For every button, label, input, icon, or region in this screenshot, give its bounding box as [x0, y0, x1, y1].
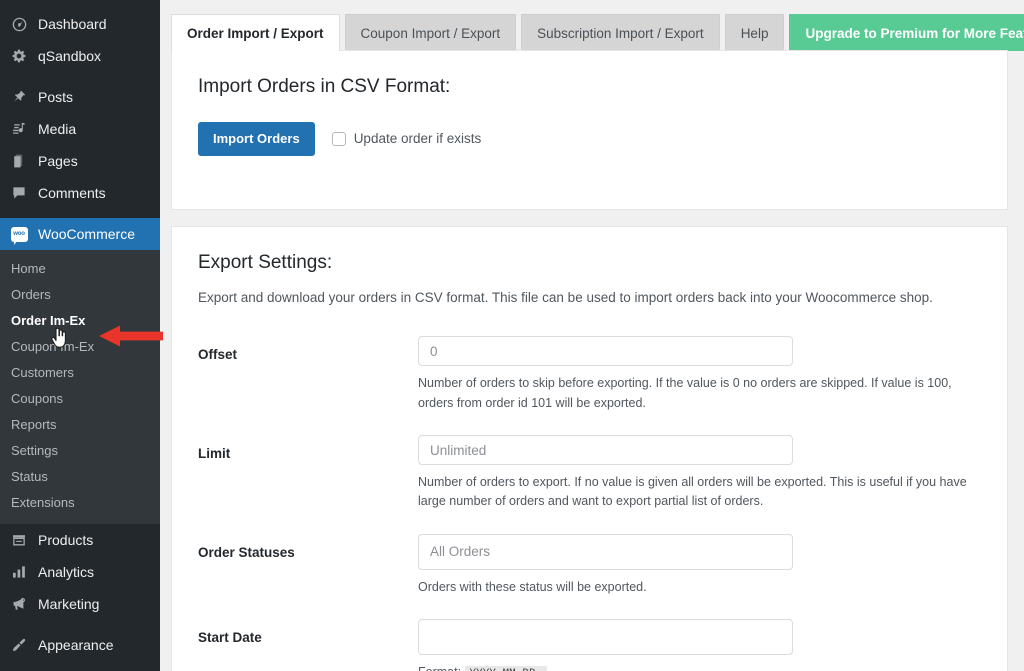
sidebar-separator — [0, 72, 160, 81]
submenu-item-coupons[interactable]: Coupons — [0, 386, 160, 412]
field-row-offset: Offset Number of orders to skip before e… — [198, 336, 983, 413]
submenu-item-reports[interactable]: Reports — [0, 412, 160, 438]
sidebar-label: Posts — [38, 89, 74, 105]
order-statuses-input[interactable] — [418, 533, 793, 570]
start-date-control: Format: YYYY-MM-DD. — [418, 619, 983, 671]
megaphone-icon — [9, 594, 29, 614]
export-settings-panel: Export Settings: Export and download you… — [171, 226, 1008, 671]
import-orders-panel: Import Orders in CSV Format: Import Orde… — [171, 50, 1008, 210]
submenu-item-coupon-im-ex[interactable]: Coupon Im-Ex — [0, 334, 160, 360]
pin-icon — [9, 87, 29, 107]
sidebar-item-marketing[interactable]: Marketing — [0, 588, 160, 620]
submenu-item-customers[interactable]: Customers — [0, 360, 160, 386]
sidebar-label: Products — [38, 532, 94, 548]
field-row-limit: Limit Number of orders to export. If no … — [198, 435, 983, 512]
comment-icon — [9, 183, 29, 203]
sidebar-item-media[interactable]: Media — [0, 113, 160, 145]
update-order-if-exists-checkbox-wrap[interactable]: Update order if exists — [331, 131, 482, 147]
pages-icon — [9, 151, 29, 171]
sidebar-item-comments[interactable]: Comments — [0, 177, 160, 209]
sidebar-item-products[interactable]: Products — [0, 524, 160, 556]
sidebar-item-pages[interactable]: Pages — [0, 145, 160, 177]
sidebar-label: Marketing — [38, 596, 100, 612]
order-statuses-label: Order Statuses — [198, 544, 295, 560]
sidebar-label: WooCommerce — [38, 226, 135, 242]
gear-icon — [9, 46, 29, 66]
start-date-input[interactable] — [418, 619, 793, 656]
tab-order-import-export[interactable]: Order Import / Export — [171, 14, 340, 51]
export-description: Export and download your orders in CSV f… — [198, 290, 933, 305]
sidebar-label: Analytics — [38, 564, 95, 580]
sidebar-item-dashboard[interactable]: Dashboard — [0, 8, 160, 40]
sidebar-separator — [0, 209, 160, 218]
start-date-help-text: Format: YYYY-MM-DD. — [418, 663, 983, 671]
tab-help[interactable]: Help — [724, 14, 785, 51]
sidebar-item-appearance[interactable]: Appearance — [0, 629, 160, 661]
sidebar-item-woocommerce[interactable]: woo WooCommerce — [0, 218, 160, 250]
offset-label: Offset — [198, 347, 238, 363]
field-row-start-date: Start Date Format: YYYY-MM-DD. — [198, 619, 983, 671]
woo-logo-icon: woo — [9, 224, 29, 245]
start-date-format-prefix: Format: — [418, 665, 461, 671]
submenu-item-home[interactable]: Home — [0, 256, 160, 282]
main-content: Order Import / Export Coupon Import / Ex… — [160, 0, 1024, 671]
tab-bar: Order Import / Export Coupon Import / Ex… — [160, 0, 1024, 51]
submenu-item-order-im-ex[interactable]: Order Im-Ex — [0, 308, 160, 334]
limit-control: Number of orders to export. If no value … — [418, 435, 983, 512]
submenu-item-extensions[interactable]: Extensions — [0, 490, 160, 516]
analytics-icon — [9, 562, 29, 582]
submenu-item-settings[interactable]: Settings — [0, 438, 160, 464]
woocommerce-submenu: Home Orders Order Im-Ex Coupon Im-Ex Cus… — [0, 250, 160, 524]
tab-upgrade-to-premium[interactable]: Upgrade to Premium for More Features — [789, 14, 1024, 51]
submenu-item-orders[interactable]: Orders — [0, 282, 160, 308]
tab-coupon-import-export[interactable]: Coupon Import / Export — [344, 14, 517, 51]
import-orders-button[interactable]: Import Orders — [198, 122, 315, 156]
submenu-item-status[interactable]: Status — [0, 464, 160, 490]
limit-help-text: Number of orders to export. If no value … — [418, 475, 967, 509]
field-row-order-statuses: Order Statuses Orders with these status … — [198, 533, 983, 597]
sidebar-top-spacer — [0, 0, 160, 8]
limit-input[interactable] — [418, 435, 793, 465]
sidebar-label: Comments — [38, 185, 106, 201]
products-icon — [9, 530, 29, 550]
sidebar-item-posts[interactable]: Posts — [0, 81, 160, 113]
order-statuses-control: Orders with these status will be exporte… — [418, 533, 983, 597]
export-section-title: Export Settings: — [198, 252, 333, 273]
dashboard-icon — [9, 14, 29, 34]
sidebar-separator — [0, 620, 160, 629]
sidebar-item-analytics[interactable]: Analytics — [0, 556, 160, 588]
sidebar-label: Media — [38, 121, 77, 137]
order-statuses-help-text: Orders with these status will be exporte… — [418, 579, 647, 594]
import-actions-row: Import Orders Update order if exists — [198, 122, 983, 156]
media-icon — [9, 119, 29, 139]
paintbrush-icon — [9, 635, 29, 655]
update-order-if-exists-checkbox[interactable] — [331, 131, 346, 146]
sidebar-label: Pages — [38, 153, 78, 169]
wordpress-admin-screen: Dashboard qSandbox Posts Media Pages Com… — [0, 0, 1024, 671]
start-date-format-code: YYYY-MM-DD. — [464, 666, 548, 671]
import-section-title: Import Orders in CSV Format: — [198, 76, 451, 97]
admin-sidebar: Dashboard qSandbox Posts Media Pages Com… — [0, 0, 160, 671]
update-order-if-exists-label: Update order if exists — [353, 131, 482, 147]
limit-label: Limit — [198, 446, 231, 461]
sidebar-label: Dashboard — [38, 16, 107, 32]
sidebar-label: Appearance — [38, 637, 114, 653]
sidebar-label: qSandbox — [38, 48, 102, 64]
sidebar-item-qsandbox[interactable]: qSandbox — [0, 40, 160, 72]
offset-help-text: Number of orders to skip before exportin… — [418, 376, 952, 410]
tab-subscription-import-export[interactable]: Subscription Import / Export — [521, 14, 720, 51]
offset-input[interactable] — [418, 336, 793, 367]
offset-control: Number of orders to skip before exportin… — [418, 336, 983, 413]
start-date-label: Start Date — [198, 630, 262, 646]
